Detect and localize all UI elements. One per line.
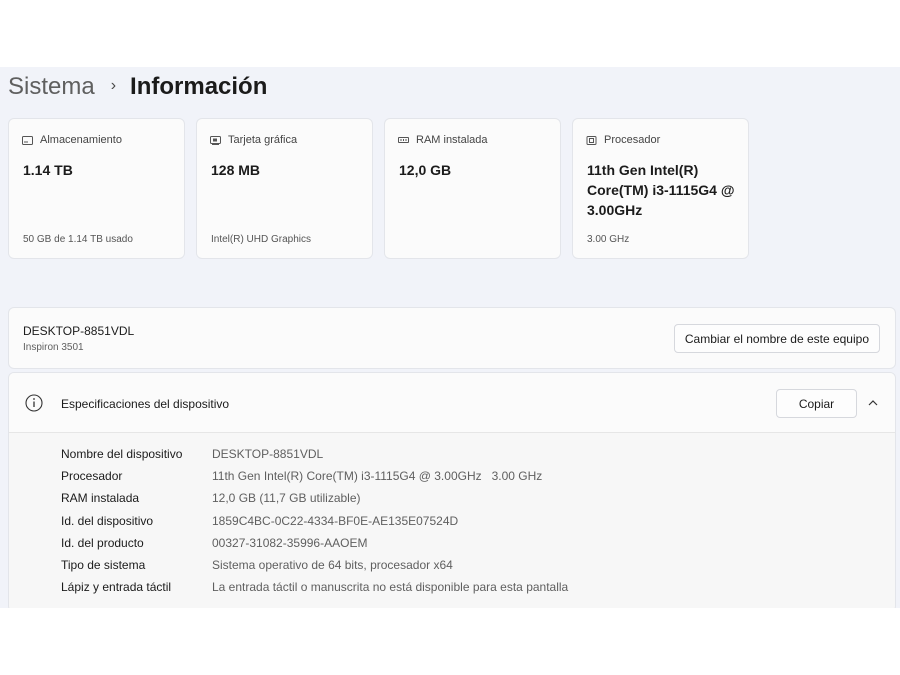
info-icon <box>25 394 43 412</box>
breadcrumb-sistema[interactable]: Sistema <box>8 73 95 101</box>
specs-header[interactable]: Especificaciones del dispositivo Copiar <box>9 373 895 433</box>
processor-card[interactable]: Procesador 11th Gen Intel(R) Core(TM) i3… <box>572 118 749 259</box>
card-label: Almacenamiento <box>40 134 122 146</box>
gpu-card[interactable]: Tarjeta gráfica 128 MB Intel(R) UHD Grap… <box>196 118 373 259</box>
spec-value: La entrada táctil o manuscrita no está d… <box>212 580 569 595</box>
device-name: DESKTOP-8851VDL <box>23 324 135 338</box>
spec-value: 00327-31082-35996-AAOEM <box>212 535 368 550</box>
ram-card[interactable]: RAM instalada 12,0 GB <box>384 118 561 259</box>
card-header: RAM instalada <box>398 134 488 146</box>
card-header: Procesador <box>586 134 660 146</box>
card-subtext: 50 GB de 1.14 TB usado <box>23 234 133 245</box>
card-value: 11th Gen Intel(R) Core(TM) i3-1115G4 @ 3… <box>587 162 735 218</box>
ram-icon <box>398 136 409 143</box>
spec-row: Nombre del dispositivo DESKTOP-8851VDL <box>61 443 568 465</box>
card-value: 12,0 GB <box>399 162 452 178</box>
card-header: Tarjeta gráfica <box>210 134 297 146</box>
gpu-icon <box>210 135 221 145</box>
card-value: 128 MB <box>211 162 261 178</box>
device-specifications-panel: Especificaciones del dispositivo Copiar … <box>8 372 896 608</box>
spec-label: Procesador <box>61 469 123 484</box>
spec-label: RAM instalada <box>61 491 140 506</box>
device-name-panel: DESKTOP-8851VDL Inspiron 3501 Cambiar el… <box>8 307 896 369</box>
page-title: Información <box>130 73 268 100</box>
spec-row: Tipo de sistema Sistema operativo de 64 … <box>61 554 568 576</box>
spec-label: Id. del producto <box>61 535 144 550</box>
card-value: 1.14 TB <box>23 162 73 178</box>
spec-row: RAM instalada 12,0 GB (11,7 GB utilizabl… <box>61 487 568 509</box>
spec-value: 12,0 GB (11,7 GB utilizable) <box>212 491 361 506</box>
breadcrumb: Sistema › Información <box>8 71 267 103</box>
specs-list: Nombre del dispositivo DESKTOP-8851VDL P… <box>61 443 568 598</box>
copy-button[interactable]: Copiar <box>776 389 857 418</box>
spec-value: DESKTOP-8851VDL <box>212 447 324 462</box>
card-header: Almacenamiento <box>22 134 122 146</box>
spec-row: Id. del producto 00327-31082-35996-AAOEM <box>61 532 568 554</box>
device-model: Inspiron 3501 <box>23 342 84 353</box>
spec-label: Nombre del dispositivo <box>61 447 183 462</box>
processor-icon <box>586 135 597 145</box>
specs-title: Especificaciones del dispositivo <box>61 397 230 411</box>
card-subtext: 3.00 GHz <box>587 234 630 245</box>
card-label: Procesador <box>604 134 661 146</box>
settings-window: Sistema › Información Almacenamiento 1.1… <box>0 67 900 608</box>
spec-value: 1859C4BC-0C22-4334-BF0E-AE135E07524D <box>212 513 459 528</box>
card-subtext: Intel(R) UHD Graphics <box>211 234 312 245</box>
storage-icon <box>22 135 33 145</box>
spec-value: Sistema operativo de 64 bits, procesador… <box>212 558 453 573</box>
spec-value: 11th Gen Intel(R) Core(TM) i3-1115G4 @ 3… <box>212 469 543 484</box>
chevron-right-icon: › <box>110 77 117 94</box>
spec-label: Id. del dispositivo <box>61 513 154 528</box>
chevron-up-icon[interactable] <box>867 397 879 409</box>
spec-row: Procesador 11th Gen Intel(R) Core(TM) i3… <box>61 465 568 487</box>
card-label: Tarjeta gráfica <box>228 134 298 146</box>
storage-card[interactable]: Almacenamiento 1.14 TB 50 GB de 1.14 TB … <box>8 118 185 259</box>
card-label: RAM instalada <box>416 134 488 146</box>
spec-label: Lápiz y entrada táctil <box>61 580 172 595</box>
spec-row: Id. del dispositivo 1859C4BC-0C22-4334-B… <box>61 510 568 532</box>
spec-row: Lápiz y entrada táctil La entrada táctil… <box>61 576 568 598</box>
rename-pc-button[interactable]: Cambiar el nombre de este equipo <box>673 324 880 353</box>
spec-label: Tipo de sistema <box>61 558 146 573</box>
